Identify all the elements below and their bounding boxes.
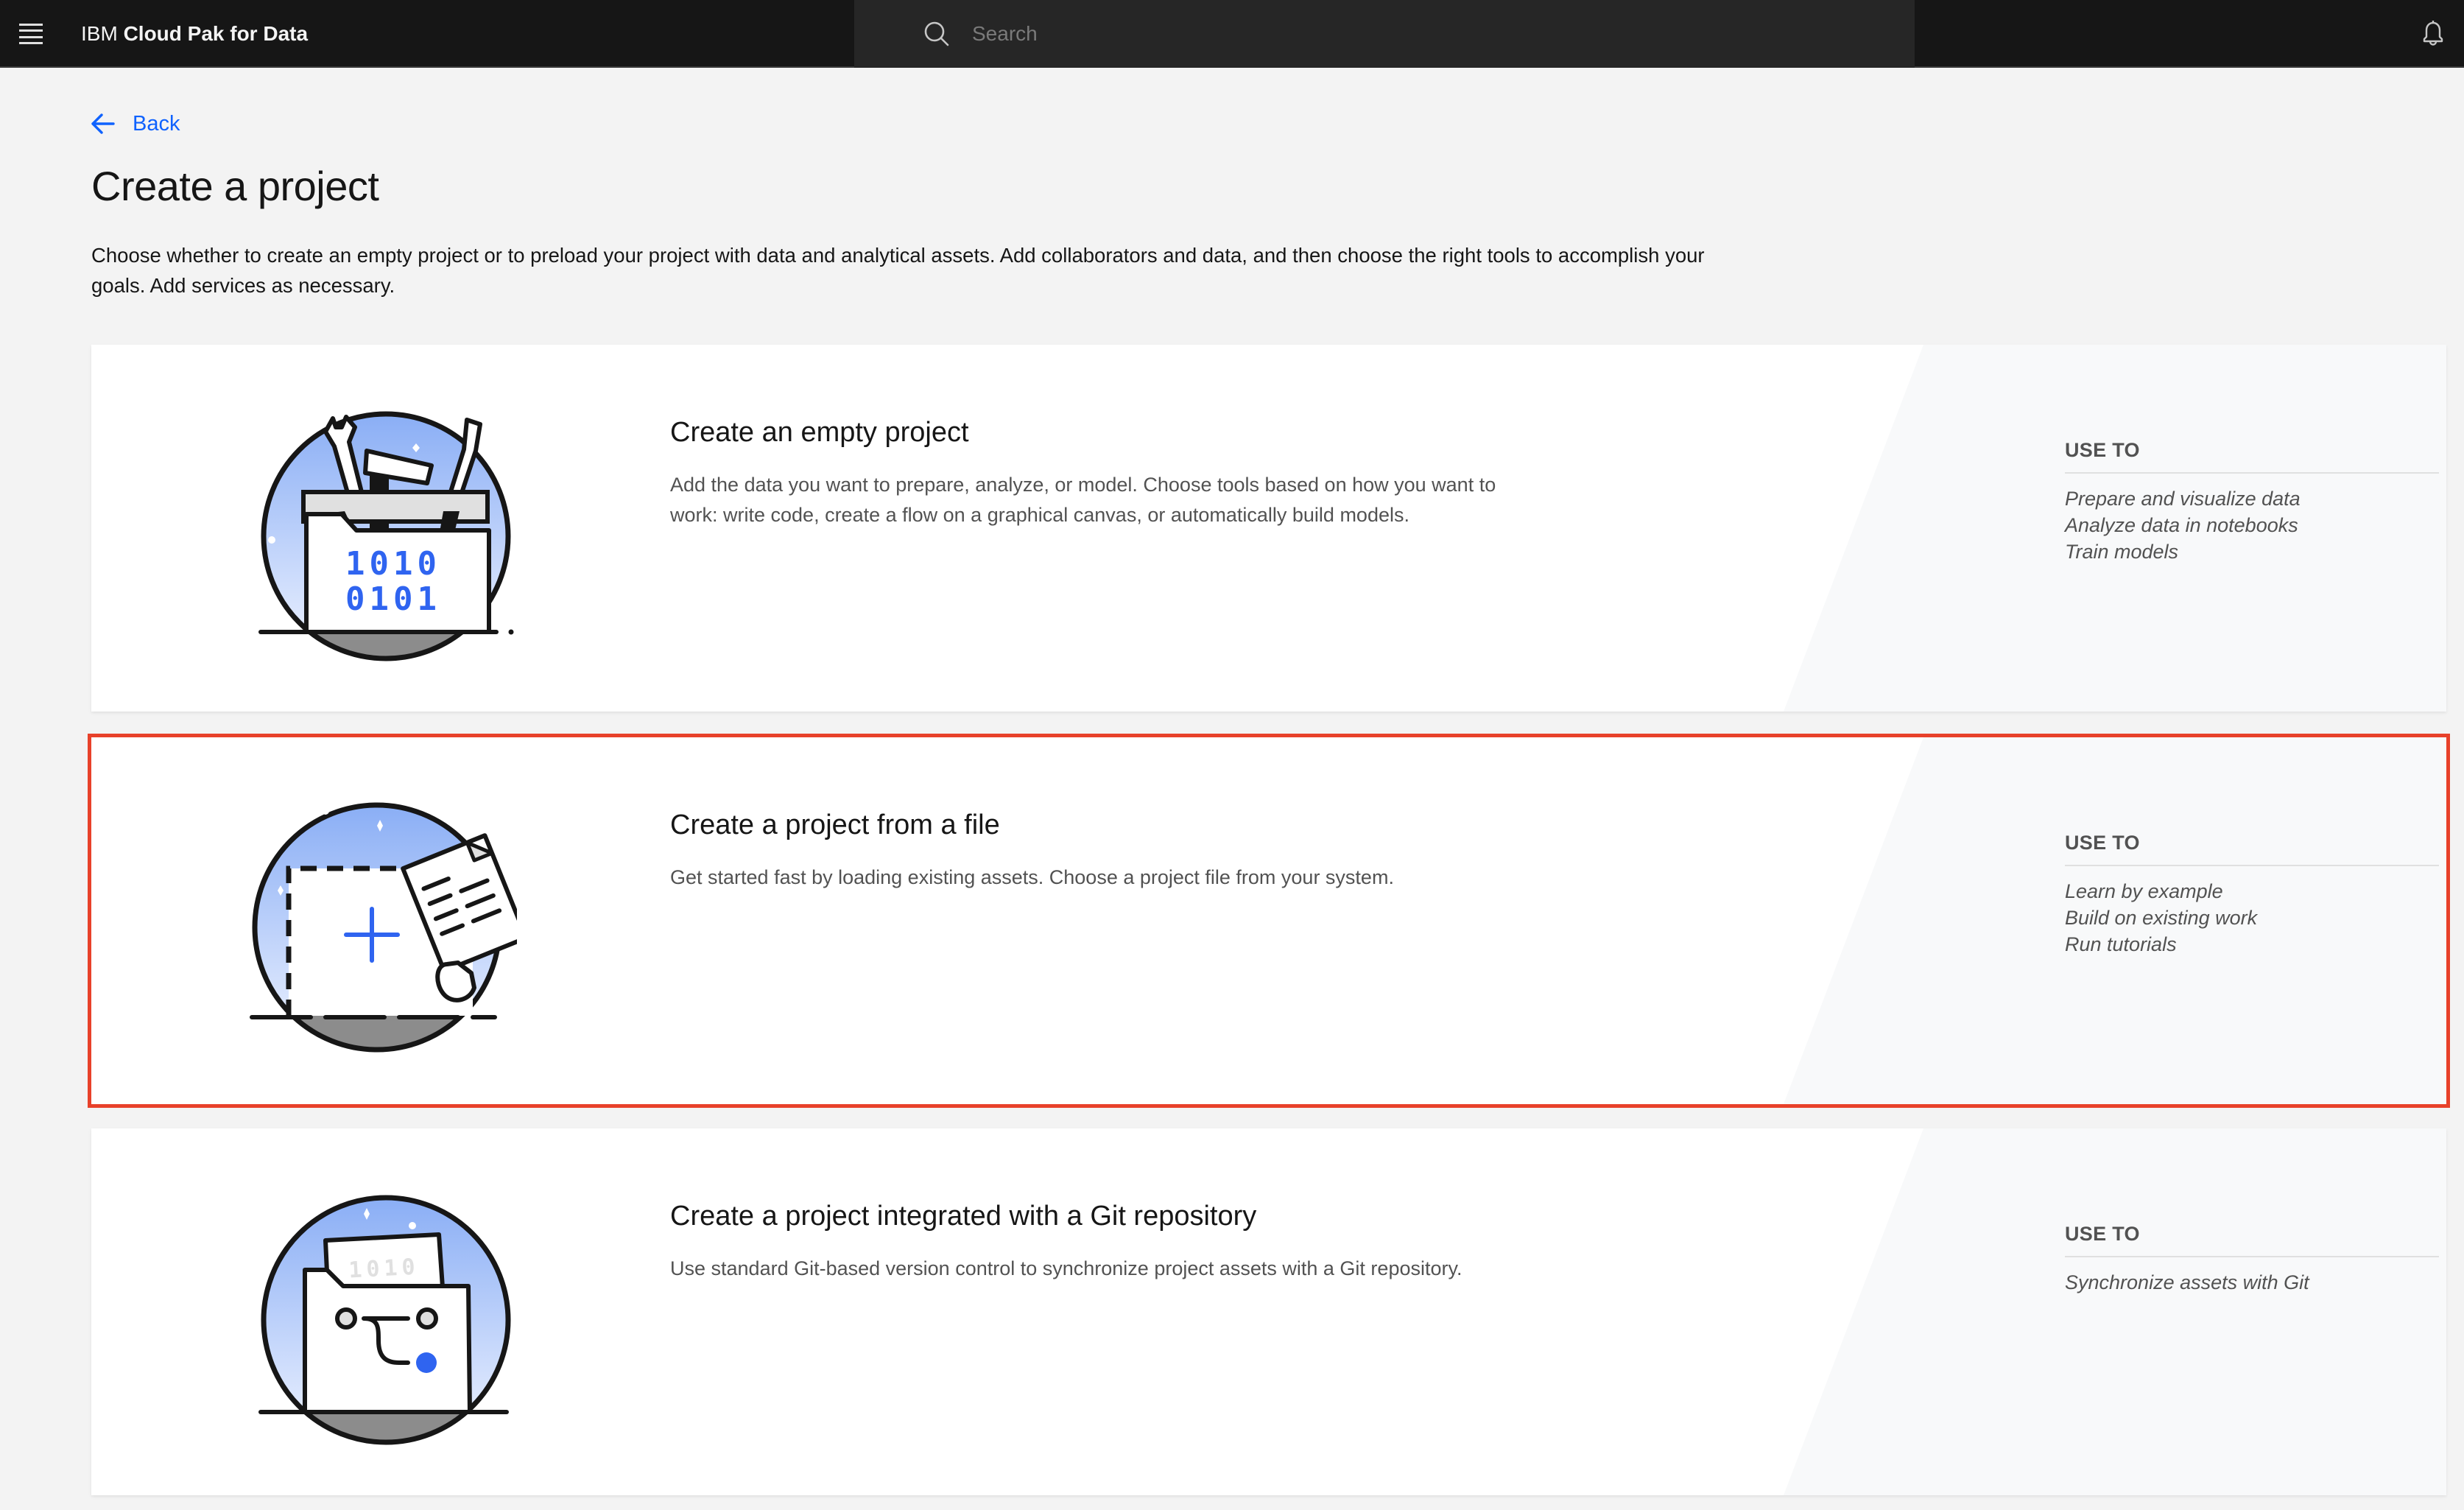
back-link[interactable]: Back xyxy=(90,109,180,138)
use-to-item: Build on existing work xyxy=(2065,907,2258,929)
page-description: Choose whether to create an empty projec… xyxy=(91,244,1705,297)
card-title: Create a project from a file xyxy=(670,810,1000,840)
use-to-section: USE TO Prepare and visualize data Analyz… xyxy=(2065,439,2439,565)
product-name[interactable]: IBM Cloud Pak for Data xyxy=(81,19,308,49)
page-title: Create a project xyxy=(91,163,379,209)
brand-prefix: IBM xyxy=(81,22,118,45)
card-empty-project[interactable]: 1010 0101 Create an empty project Add th… xyxy=(91,345,2446,712)
file-upload-icon xyxy=(250,802,517,1053)
git-folder-icon: 1010 xyxy=(258,1195,511,1445)
use-to-item: Synchronize assets with Git xyxy=(2065,1271,2309,1293)
use-to-label: USE TO xyxy=(2065,439,2439,474)
arrow-left-icon xyxy=(91,113,115,134)
search-input[interactable] xyxy=(972,0,1856,68)
top-header: IBM Cloud Pak for Data xyxy=(0,0,2464,68)
card-git-project[interactable]: 1010 Create a project integrated with a … xyxy=(91,1128,2446,1495)
use-to-label: USE TO xyxy=(2065,1223,2439,1257)
use-to-list: Learn by example Build on existing work … xyxy=(2065,878,2439,958)
card-side-panel xyxy=(1784,1128,2446,1495)
card-title: Create an empty project xyxy=(670,417,969,448)
search-bar[interactable] xyxy=(854,0,1915,68)
use-to-item: Train models xyxy=(2065,541,2179,563)
use-to-item: Prepare and visualize data xyxy=(2065,488,2301,510)
use-to-item: Learn by example xyxy=(2065,880,2223,902)
use-to-section: USE TO Synchronize assets with Git xyxy=(2065,1223,2439,1296)
use-to-item: Analyze data in notebooks xyxy=(2065,514,2298,536)
menu-icon[interactable] xyxy=(16,21,46,47)
notification-bell-icon[interactable] xyxy=(2418,18,2448,50)
card-description: Use standard Git-based version control t… xyxy=(670,1257,1462,1279)
brand-name: Cloud Pak for Data xyxy=(123,22,309,45)
use-to-list: Synchronize assets with Git xyxy=(2065,1269,2439,1296)
card-description: Get started fast by loading existing ass… xyxy=(670,866,1394,888)
use-to-label: USE TO xyxy=(2065,832,2439,866)
card-title: Create a project integrated with a Git r… xyxy=(670,1201,1257,1232)
toolbox-folder-icon: 1010 0101 xyxy=(258,411,514,661)
binary-row-1: 1010 xyxy=(345,545,441,583)
use-to-section: USE TO Learn by example Build on existin… xyxy=(2065,832,2439,958)
card-project-from-file[interactable]: Create a project from a file Get started… xyxy=(88,734,2450,1108)
binary-row-2: 0101 xyxy=(345,580,441,618)
card-description: Add the data you want to prepare, analyz… xyxy=(670,474,1496,526)
search-icon xyxy=(924,21,949,46)
use-to-item: Run tutorials xyxy=(2065,933,2177,955)
back-label: Back xyxy=(133,111,180,136)
use-to-list: Prepare and visualize data Analyze data … xyxy=(2065,485,2439,565)
svg-text:1010: 1010 xyxy=(348,1254,420,1284)
